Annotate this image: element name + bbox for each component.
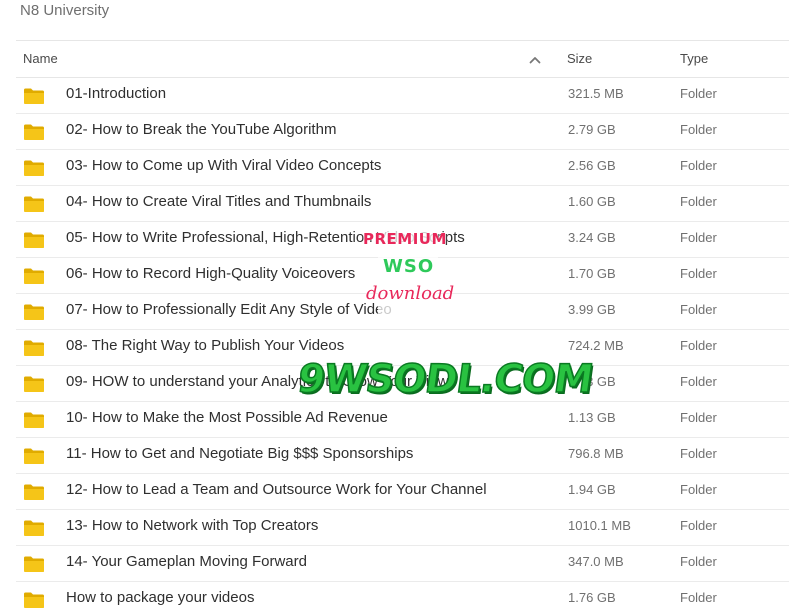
file-name[interactable]: 14- Your Gameplan Moving Forward <box>66 546 307 577</box>
file-type: Folder <box>680 410 717 425</box>
column-header-size[interactable]: Size <box>567 41 592 77</box>
sort-ascending-icon[interactable] <box>529 41 543 77</box>
folder-icon <box>23 87 45 105</box>
folder-title: N8 University <box>20 2 110 19</box>
file-name[interactable]: 08- The Right Way to Publish Your Videos <box>66 330 344 361</box>
folder-icon <box>23 519 45 537</box>
folder-icon <box>23 159 45 177</box>
folder-icon <box>23 123 45 141</box>
column-header-type[interactable]: Type <box>680 41 708 77</box>
file-size: 1010.1 MB <box>568 518 631 533</box>
folder-icon <box>23 267 45 285</box>
file-name[interactable]: How to package your videos <box>66 582 254 613</box>
file-type: Folder <box>680 338 717 353</box>
file-size: 1.94 GB <box>568 482 616 497</box>
file-type: Folder <box>680 590 717 605</box>
folder-icon <box>23 375 45 393</box>
file-type: Folder <box>680 230 717 245</box>
folder-icon <box>23 303 45 321</box>
file-type: Folder <box>680 266 717 281</box>
table-row[interactable]: 12- How to Lead a Team and Outsource Wor… <box>16 474 789 510</box>
table-row[interactable]: 02- How to Break the YouTube Algorithm 2.… <box>16 114 789 150</box>
file-name[interactable]: 03- How to Come up With Viral Video Conc… <box>66 150 381 181</box>
file-type: Folder <box>680 554 717 569</box>
file-type: Folder <box>680 158 717 173</box>
file-type: Folder <box>680 122 717 137</box>
file-size: 3.24 GB <box>568 230 616 245</box>
table-row[interactable]: 09- HOW to understand your Analytics to … <box>16 366 789 402</box>
file-type: Folder <box>680 194 717 209</box>
file-name[interactable]: 02- How to Break the YouTube Algorithm <box>66 114 336 145</box>
table-row[interactable]: 01-Introduction 321.5 MB Folder <box>16 78 789 114</box>
file-type: Folder <box>680 86 717 101</box>
file-name[interactable]: 06- How to Record High-Quality Voiceover… <box>66 258 355 289</box>
file-size: 1.70 GB <box>568 266 616 281</box>
file-size: 347.0 MB <box>568 554 624 569</box>
folder-icon <box>23 555 45 573</box>
file-name[interactable]: 01-Introduction <box>66 78 166 109</box>
file-type: Folder <box>680 446 717 461</box>
file-name[interactable]: 07- How to Professionally Edit Any Style… <box>66 294 392 325</box>
file-size: 1.60 GB <box>568 194 616 209</box>
table-row[interactable]: 07- How to Professionally Edit Any Style… <box>16 294 789 330</box>
table-row[interactable]: 05- How to Write Professional, High-Rete… <box>16 222 789 258</box>
table-row[interactable]: 11- How to Get and Negotiate Big $$$ Spo… <box>16 438 789 474</box>
table-row[interactable]: 04- How to Create Viral Titles and Thumb… <box>16 186 789 222</box>
table-row[interactable]: 08- The Right Way to Publish Your Videos… <box>16 330 789 366</box>
table-row[interactable]: 13- How to Network with Top Creators 1010… <box>16 510 789 546</box>
file-name[interactable]: 10- How to Make the Most Possible Ad Rev… <box>66 402 388 433</box>
table-row[interactable]: 14- Your Gameplan Moving Forward 347.0 MB… <box>16 546 789 582</box>
folder-icon <box>23 591 45 609</box>
file-name[interactable]: 11- How to Get and Negotiate Big $$$ Spo… <box>66 438 413 469</box>
file-type: Folder <box>680 518 717 533</box>
file-name[interactable]: 12- How to Lead a Team and Outsource Wor… <box>66 474 487 505</box>
file-name[interactable]: 05- How to Write Professional, High-Rete… <box>66 222 465 253</box>
table-row[interactable]: How to package your videos 1.76 GB Folder <box>16 582 789 616</box>
file-name[interactable]: 04- How to Create Viral Titles and Thumb… <box>66 186 371 217</box>
file-size: 2.79 GB <box>568 122 616 137</box>
file-size: 1.76 GB <box>568 590 616 605</box>
file-size: 796.8 MB <box>568 446 624 461</box>
file-name[interactable]: 09- HOW to understand your Analytics to … <box>66 366 456 397</box>
file-type: Folder <box>680 482 717 497</box>
file-name[interactable]: 13- How to Network with Top Creators <box>66 510 318 541</box>
folder-icon <box>23 195 45 213</box>
file-type: Folder <box>680 302 717 317</box>
folder-icon <box>23 231 45 249</box>
folder-icon <box>23 447 45 465</box>
file-type: Folder <box>680 374 717 389</box>
table-row[interactable]: 03- How to Come up With Viral Video Conc… <box>16 150 789 186</box>
file-size: 321.5 MB <box>568 86 624 101</box>
column-header-name[interactable]: Name <box>23 41 58 77</box>
file-browser: N8 University Name Size Type 01-Introduc… <box>0 0 789 616</box>
file-size: 1.13 GB <box>568 410 616 425</box>
file-size: 1.73 GB <box>568 374 616 389</box>
file-list: 01-Introduction 321.5 MB Folder 02- How to … <box>16 78 789 616</box>
file-size: 2.56 GB <box>568 158 616 173</box>
folder-icon <box>23 483 45 501</box>
folder-icon <box>23 411 45 429</box>
file-size: 3.99 GB <box>568 302 616 317</box>
table-row[interactable]: 06- How to Record High-Quality Voiceover… <box>16 258 789 294</box>
table-header: Name Size Type <box>16 40 789 78</box>
file-size: 724.2 MB <box>568 338 624 353</box>
folder-icon <box>23 339 45 357</box>
table-row[interactable]: 10- How to Make the Most Possible Ad Rev… <box>16 402 789 438</box>
